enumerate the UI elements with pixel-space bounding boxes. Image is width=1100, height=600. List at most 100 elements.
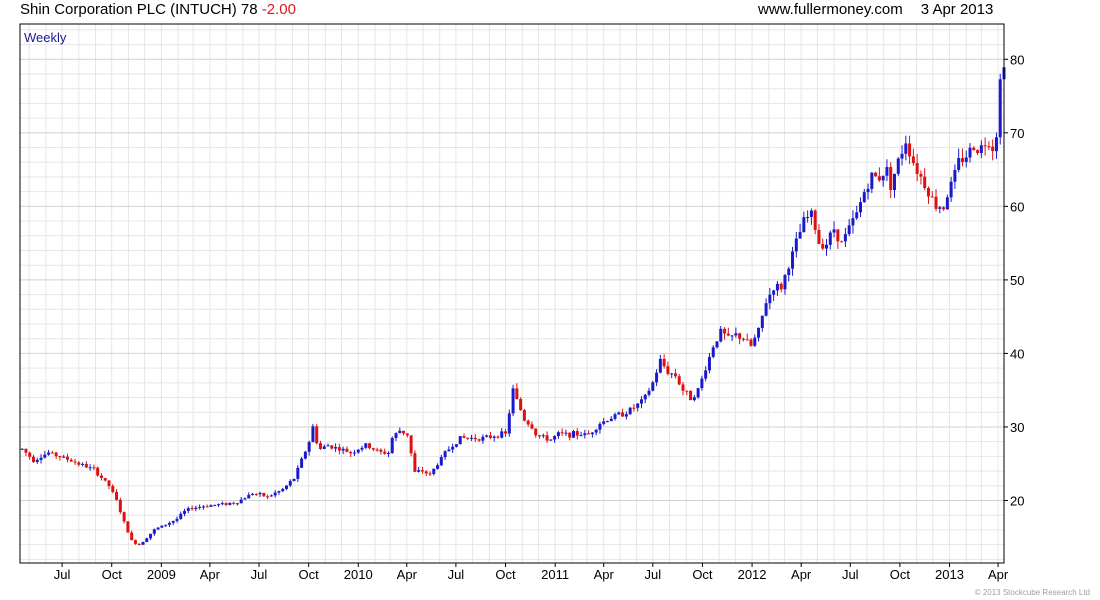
candle-down <box>428 473 432 475</box>
candle-up <box>949 181 953 198</box>
candle-down <box>817 229 821 244</box>
x-tick-label: Oct <box>692 567 713 582</box>
candle-up <box>341 448 345 451</box>
y-tick-label: 70 <box>1010 126 1024 141</box>
x-axis: Jul Oct 2009 Apr Jul Oct 2010 Apr Jul Oct 2011 Apr J… <box>54 563 1009 582</box>
candle-up <box>288 480 292 486</box>
candle-down <box>262 492 266 497</box>
candle-up <box>602 421 606 424</box>
candle-up <box>47 452 51 455</box>
candle-down <box>568 432 572 438</box>
candle-down <box>488 435 492 438</box>
candle-up <box>855 212 859 219</box>
candle-up <box>235 503 239 505</box>
candle-down <box>371 448 375 450</box>
y-axis: 20 30 40 50 60 70 80 <box>1004 52 1024 508</box>
candle-up <box>843 234 847 242</box>
candle-up <box>892 173 896 191</box>
candle-up <box>904 143 908 154</box>
x-tick-label: 2012 <box>738 567 767 582</box>
candle-up <box>198 506 202 508</box>
candle-up <box>572 431 575 438</box>
candle-up <box>541 435 545 437</box>
candle-up <box>953 169 957 182</box>
x-tick-label: Oct <box>102 567 123 582</box>
candle-up <box>715 341 719 348</box>
x-tick-label: 2013 <box>935 567 964 582</box>
candle-up <box>711 347 715 357</box>
candle-down <box>420 470 424 472</box>
candle-down <box>115 491 119 500</box>
candle-down <box>137 543 141 545</box>
candle-down <box>545 435 549 441</box>
candle-up <box>979 145 983 154</box>
candle-up <box>938 207 942 209</box>
candle-up <box>968 147 972 158</box>
y-tick-label: 20 <box>1010 493 1024 508</box>
candle-up <box>251 493 255 495</box>
candle-up <box>209 505 213 507</box>
x-tick-label: Jul <box>54 567 71 582</box>
candle-up <box>707 356 711 371</box>
candle-up <box>307 442 311 452</box>
candle-down <box>375 449 379 451</box>
candle-up <box>481 436 485 441</box>
candle-up <box>500 431 504 438</box>
candle-down <box>689 390 693 401</box>
candle-down <box>530 424 534 429</box>
x-tick-label: Jul <box>251 567 268 582</box>
candle-up <box>549 439 553 441</box>
candle-up <box>149 533 153 539</box>
candle-down <box>930 196 934 198</box>
candle-up <box>81 463 85 465</box>
candle-down <box>726 333 730 336</box>
candle-down <box>462 436 466 438</box>
candle-up <box>760 315 764 328</box>
candle-up <box>851 218 855 226</box>
candle-down <box>779 283 783 290</box>
candle-down <box>976 150 980 154</box>
candle-down <box>232 502 236 504</box>
candle-down <box>473 437 477 440</box>
candle-down <box>632 407 636 409</box>
candle-down <box>919 173 923 177</box>
candle-up <box>783 275 787 290</box>
candle-down <box>424 471 428 474</box>
candle-down <box>58 456 62 458</box>
candle-down <box>889 167 893 191</box>
candle-up <box>296 467 300 479</box>
candle-up <box>492 436 496 438</box>
candle-up <box>564 432 568 434</box>
candle-up <box>300 458 304 468</box>
candle-down <box>587 433 591 435</box>
candle-down <box>69 459 73 462</box>
candle-up <box>896 158 900 174</box>
candle-down <box>991 146 995 152</box>
y-tick-label: 40 <box>1010 346 1024 361</box>
candle-down <box>349 451 353 454</box>
candle-up <box>696 388 700 398</box>
x-tick-label: Oct <box>299 567 320 582</box>
candle-up <box>881 175 885 181</box>
candle-up <box>390 438 394 454</box>
candle-up <box>624 414 628 417</box>
period-label: Weekly <box>24 30 67 45</box>
candle-up <box>285 485 288 489</box>
candle-down <box>877 176 881 181</box>
candle-down <box>383 451 387 454</box>
candle-up <box>451 446 455 450</box>
candle-down <box>915 163 919 174</box>
y-tick-label: 80 <box>1010 52 1024 67</box>
candle-down <box>254 493 258 495</box>
candle-up <box>485 435 489 437</box>
candle-down <box>538 435 542 437</box>
candle-up <box>730 335 734 337</box>
candle-down <box>575 431 579 436</box>
candle-up <box>322 446 326 449</box>
candle-down <box>836 229 840 242</box>
x-tick-label: Apr <box>988 567 1009 582</box>
candle-down <box>477 439 481 441</box>
candle-down <box>31 456 35 463</box>
candle-up <box>994 137 998 152</box>
candle-up <box>62 456 66 458</box>
